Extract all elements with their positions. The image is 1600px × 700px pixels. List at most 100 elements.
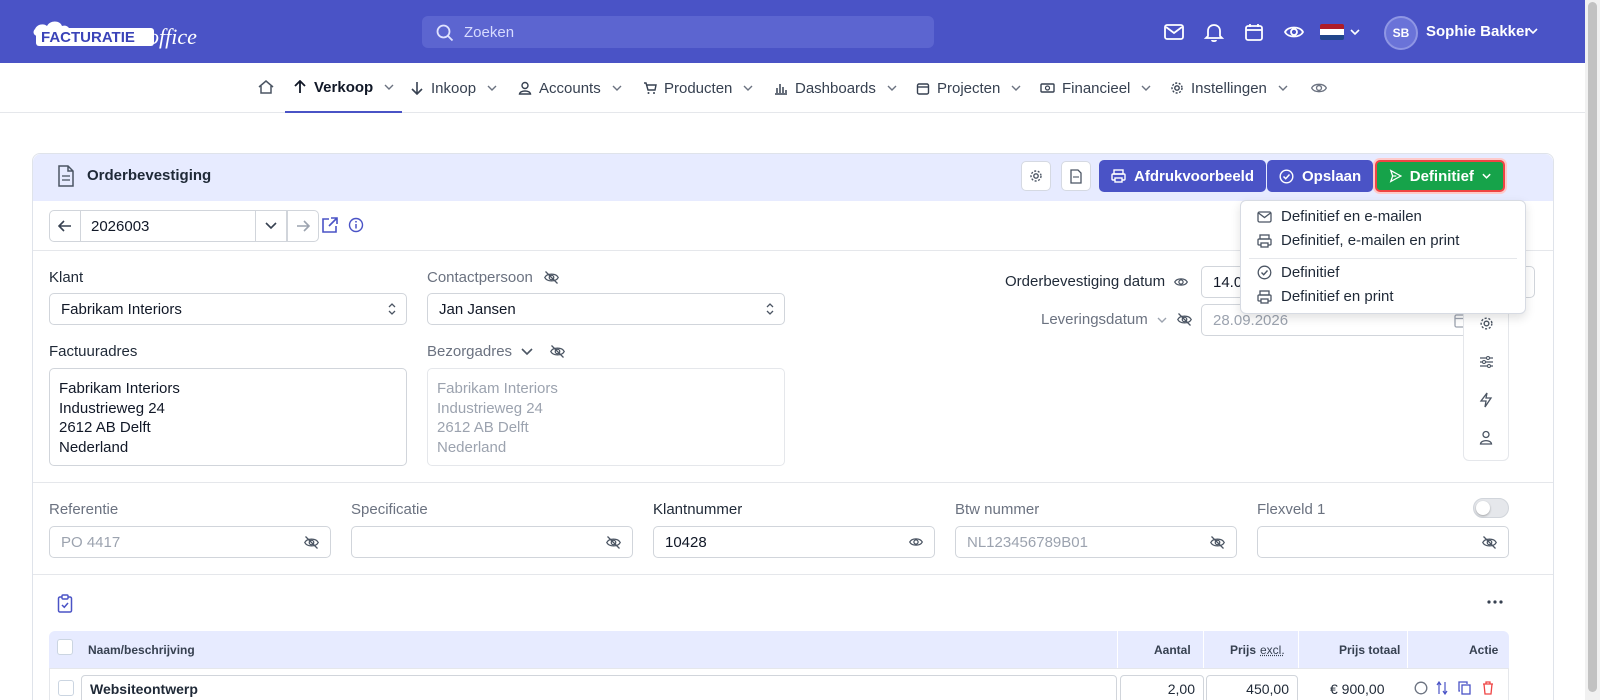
item-qty-input[interactable]: 2,00 xyxy=(1120,675,1204,700)
chevron-down-icon[interactable] xyxy=(521,348,533,356)
eye-off-icon[interactable] xyxy=(1209,535,1226,550)
column-separator xyxy=(1298,631,1299,668)
save-button[interactable]: Opslaan xyxy=(1267,160,1374,192)
eye-off-icon[interactable] xyxy=(1481,535,1498,550)
nav-item-accounts[interactable]: Accounts xyxy=(518,63,622,113)
gear-icon[interactable] xyxy=(1479,316,1494,331)
delivery-date-placeholder: 28.09.2026 xyxy=(1213,312,1289,329)
contact-select[interactable]: Jan Jansen xyxy=(427,293,785,325)
menu-item-label: Definitief, e-mailen en print xyxy=(1281,232,1460,249)
search-input[interactable]: Zoeken xyxy=(422,16,934,48)
preview-button[interactable]: Afdrukvoorbeeld xyxy=(1099,160,1267,192)
eye-off-icon[interactable] xyxy=(303,535,320,550)
nav-item-label: Verkoop xyxy=(314,78,374,96)
column-separator xyxy=(1407,631,1408,668)
calendar-icon xyxy=(916,83,930,95)
klantnummer-input[interactable]: 10428 xyxy=(653,526,935,558)
delivery-date-label: Leveringsdatum xyxy=(1041,311,1148,328)
save-label: Opslaan xyxy=(1302,167,1362,185)
item-name-input[interactable]: Websiteontwerp xyxy=(81,675,1117,700)
lightning-icon[interactable] xyxy=(1479,392,1493,408)
menu-item-final-print[interactable]: Definitief en print xyxy=(1257,288,1394,305)
main-nav: Verkoop Inkoop Accounts Producten Dashbo… xyxy=(0,63,1585,113)
eye-off-icon[interactable] xyxy=(549,344,566,359)
printer-icon xyxy=(1257,233,1272,248)
trash-icon[interactable] xyxy=(1482,681,1494,695)
btw-input[interactable]: NL123456789B01 xyxy=(955,526,1237,558)
copy-icon[interactable] xyxy=(1458,681,1471,695)
send-icon xyxy=(1389,169,1402,183)
order-date-label: Orderbevestiging datum xyxy=(1005,273,1166,290)
language-flag-icon[interactable] xyxy=(1320,24,1344,40)
flexveld-toggle[interactable] xyxy=(1473,498,1509,518)
eye-icon[interactable] xyxy=(1173,275,1189,289)
item-price: 450,00 xyxy=(1246,681,1289,697)
nav-item-projecten[interactable]: Projecten xyxy=(916,63,1021,113)
klant-select[interactable]: Fabrikam Interiors xyxy=(49,293,407,325)
settings-button[interactable] xyxy=(1021,161,1051,191)
eye-icon[interactable] xyxy=(1283,21,1305,43)
nav-item-verkoop[interactable]: Verkoop xyxy=(285,63,403,113)
chevron-down-icon[interactable] xyxy=(1157,316,1167,324)
arrow-up-icon xyxy=(294,80,306,93)
address-line: 2612 AB Delft xyxy=(59,419,151,436)
menu-item-final-email-print[interactable]: Definitief, e-mailen en print xyxy=(1257,232,1459,249)
home-icon[interactable] xyxy=(257,78,275,96)
previous-record-button[interactable] xyxy=(49,210,81,242)
sliders-icon[interactable] xyxy=(1479,355,1494,369)
chevron-down-icon[interactable] xyxy=(1350,28,1360,36)
search-placeholder: Zoeken xyxy=(464,24,515,41)
avatar[interactable]: SB xyxy=(1384,16,1418,50)
specificatie-input[interactable] xyxy=(351,526,633,558)
eye-off-icon[interactable] xyxy=(605,535,622,550)
page-title: Orderbevestiging xyxy=(87,167,212,184)
app-logo[interactable]: FACTURATIE office xyxy=(32,14,204,50)
info-icon[interactable] xyxy=(1414,681,1428,695)
chevron-down-icon[interactable] xyxy=(1528,27,1538,35)
nav-item-dashboards[interactable]: Dashboards xyxy=(774,63,897,113)
menu-item-final-email[interactable]: Definitief en e-mailen xyxy=(1257,208,1422,225)
divider xyxy=(33,574,1553,575)
flexveld-label: Flexveld 1 xyxy=(1257,501,1326,518)
eye-off-icon[interactable] xyxy=(1176,312,1193,327)
logo-text: FACTURATIE xyxy=(41,29,135,46)
referentie-input[interactable]: PO 4417 xyxy=(49,526,331,558)
menu-item-final[interactable]: Definitief xyxy=(1257,264,1339,281)
eye-icon[interactable] xyxy=(1310,79,1328,97)
chevron-down-icon xyxy=(612,85,622,91)
external-link-icon[interactable] xyxy=(321,216,339,234)
info-icon[interactable] xyxy=(348,217,364,233)
bezorgadres-textarea[interactable]: Fabrikam Interiors Industrieweg 24 2612 … xyxy=(427,368,785,466)
nav-item-financieel[interactable]: Financieel xyxy=(1040,63,1151,113)
btw-placeholder: NL123456789B01 xyxy=(967,534,1088,551)
menu-item-label: Definitief xyxy=(1281,264,1340,281)
scrollbar-thumb[interactable] xyxy=(1588,2,1597,692)
more-options-icon[interactable] xyxy=(1487,600,1503,604)
svg-text:office: office xyxy=(148,24,197,49)
record-number-input[interactable]: 2026003 xyxy=(81,210,255,242)
price-excl-toggle[interactable]: excl. xyxy=(1260,643,1285,657)
item-price-input[interactable]: 450,00 xyxy=(1206,675,1298,700)
eye-icon[interactable] xyxy=(908,535,924,549)
user-name[interactable]: Sophie Bakker xyxy=(1426,23,1530,40)
factuuradres-textarea[interactable]: Fabrikam Interiors Industrieweg 24 2612 … xyxy=(49,368,407,466)
definitief-button[interactable]: Definitief xyxy=(1375,160,1505,192)
gear-icon xyxy=(1171,82,1183,94)
mail-icon[interactable] xyxy=(1163,21,1185,43)
eye-off-icon[interactable] xyxy=(543,270,560,285)
nav-item-instellingen[interactable]: Instellingen xyxy=(1170,63,1288,113)
bell-icon[interactable] xyxy=(1203,21,1225,43)
nav-item-producten[interactable]: Producten xyxy=(643,63,753,113)
sort-icon[interactable] xyxy=(1436,681,1448,695)
pdf-button[interactable] xyxy=(1061,161,1091,191)
clipboard-check-icon[interactable] xyxy=(57,594,73,613)
nav-item-inkoop[interactable]: Inkoop xyxy=(410,63,497,113)
calendar-icon[interactable] xyxy=(1243,21,1265,43)
flexveld-input[interactable] xyxy=(1257,526,1509,558)
record-dropdown-button[interactable] xyxy=(255,210,287,242)
select-all-checkbox[interactable] xyxy=(57,639,73,655)
page-scrollbar[interactable] xyxy=(1585,0,1600,700)
user-icon[interactable] xyxy=(1479,430,1493,445)
next-record-button[interactable] xyxy=(287,210,319,242)
row-checkbox[interactable] xyxy=(58,680,74,696)
